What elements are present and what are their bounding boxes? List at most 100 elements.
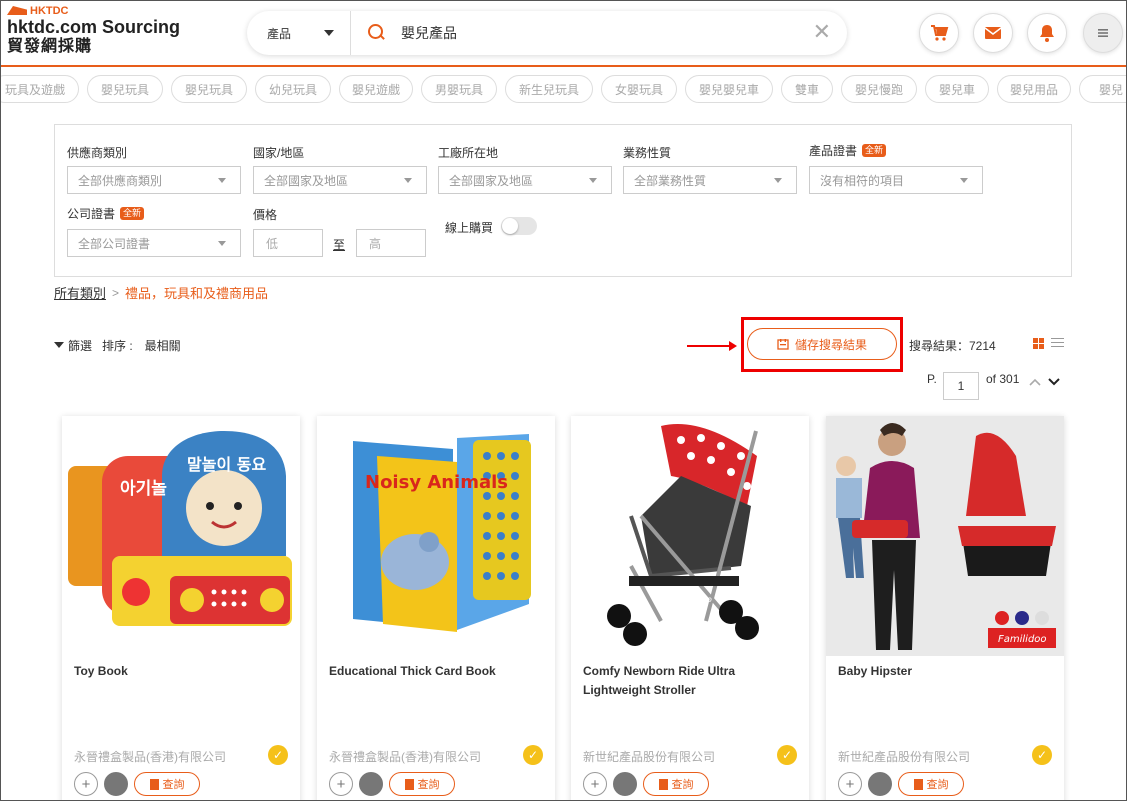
cart-icon <box>931 25 949 41</box>
supplier-name[interactable]: 永晉禮盒製品(香港)有限公司 <box>329 748 481 765</box>
sort-control[interactable]: 排序 : 最相關 <box>102 337 181 354</box>
product-card[interactable]: Noisy Animals Educational Thick Card Boo… <box>317 416 555 800</box>
card-actions: + 查詢 <box>329 772 455 796</box>
keyword-chip[interactable]: 幼兒玩具 <box>255 75 331 103</box>
keyword-chip[interactable]: 男嬰玩具 <box>421 75 497 103</box>
menu-button[interactable] <box>1083 13 1123 53</box>
factory-location-label: 工廠所在地 <box>438 146 499 160</box>
document-icon <box>658 778 668 790</box>
keyword-chip[interactable]: 新生兒玩具 <box>505 75 593 103</box>
price-min-input[interactable]: 低 <box>253 229 323 257</box>
chevron-down-icon[interactable] <box>1048 377 1060 387</box>
chevron-down-icon <box>589 178 597 183</box>
keyword-chip[interactable]: 嬰兒玩具 <box>171 75 247 103</box>
annotation-arrow <box>687 341 737 351</box>
keyword-chip[interactable]: 嬰兒慢跑 <box>841 75 917 103</box>
chevron-down-icon <box>774 178 782 183</box>
messages-button[interactable] <box>973 13 1013 53</box>
product-image-baby-hipster[interactable]: Familidoo <box>826 416 1064 656</box>
search-bar: 產品 ✕ <box>247 11 847 55</box>
breadcrumb-current[interactable]: 禮品，玩具和及禮商用品 <box>125 283 268 302</box>
enquire-button[interactable]: 查詢 <box>134 772 200 796</box>
product-card[interactable]: Familidoo Baby Hipster 新世紀產品股份有限公司 ✓ + 查… <box>826 416 1064 800</box>
notifications-button[interactable] <box>1027 13 1067 53</box>
product-image-card-book[interactable]: Noisy Animals <box>317 416 555 656</box>
chevron-down-icon <box>960 178 968 183</box>
enquire-button[interactable]: 查詢 <box>643 772 709 796</box>
clear-search-icon[interactable]: ✕ <box>813 21 831 43</box>
chat-button[interactable] <box>104 772 128 796</box>
filter-toggle[interactable]: 篩選 <box>54 337 92 354</box>
add-to-compare-button[interactable]: + <box>583 772 607 796</box>
hktdc-mark: HKTDC <box>7 4 197 17</box>
breadcrumb-all-categories[interactable]: 所有類別 <box>54 283 106 302</box>
keyword-chip[interactable]: 嬰兒嬰兒車 <box>685 75 773 103</box>
filter-toggle-label: 篩選 <box>68 339 93 353</box>
chat-button[interactable] <box>359 772 383 796</box>
keyword-chip[interactable]: 嬰兒車 <box>925 75 989 103</box>
logo-title: hktdc.com Sourcing <box>7 17 181 37</box>
keyword-chip[interactable]: 女嬰玩具 <box>601 75 677 103</box>
supplier-type-select[interactable]: 全部供應商類別 <box>67 166 241 194</box>
supplier-name[interactable]: 永晉禮盒製品(香港)有限公司 <box>74 748 226 765</box>
add-to-compare-button[interactable]: + <box>329 772 353 796</box>
supplier-name[interactable]: 新世紀產品股份有限公司 <box>838 748 970 765</box>
country-select[interactable]: 全部國家及地區 <box>253 166 427 194</box>
verified-badge-icon: ✓ <box>777 745 797 765</box>
product-cert-select[interactable]: 沒有相符的項目 <box>809 166 983 194</box>
enquire-button[interactable]: 查詢 <box>389 772 455 796</box>
chat-button[interactable] <box>613 772 637 796</box>
mail-icon <box>984 27 1002 39</box>
card-actions: + 查詢 <box>74 772 200 796</box>
product-card[interactable]: Familidoo Comfy Newborn Ride Ultra Light… <box>571 416 809 800</box>
product-title[interactable]: Baby Hipster <box>838 662 1052 681</box>
company-cert-select[interactable]: 全部公司證書 <box>67 229 241 257</box>
search-category-select[interactable]: 產品 <box>247 11 351 55</box>
grid-view-icon-item <box>1033 344 1038 349</box>
add-to-compare-button[interactable]: + <box>74 772 98 796</box>
hipster-brand-text: Familidoo <box>998 634 1047 645</box>
product-image-stroller[interactable]: Familidoo <box>571 416 809 656</box>
keyword-chip[interactable]: 雙車 <box>781 75 833 103</box>
price-max-input[interactable]: 高 <box>356 229 426 257</box>
bell-icon <box>1040 25 1054 42</box>
business-type-label: 業務性質 <box>623 146 672 160</box>
search-icon[interactable] <box>367 23 387 43</box>
keyword-chip[interactable]: 嬰兒用品 <box>997 75 1071 103</box>
keyword-chip[interactable]: 嬰兒玩具 <box>87 75 163 103</box>
save-search-button[interactable]: 儲存搜尋結果 <box>747 328 897 360</box>
hktdc-logo[interactable]: HKTDC hktdc.com Sourcing 貿發網採購 <box>7 4 197 60</box>
online-purchase-toggle[interactable] <box>501 217 537 235</box>
add-to-compare-button[interactable]: + <box>838 772 862 796</box>
product-title[interactable]: Comfy Newborn Ride Ultra Lightweight Str… <box>583 662 797 700</box>
supplier-name[interactable]: 新世紀產品股份有限公司 <box>583 748 715 765</box>
page-number-input[interactable]: 1 <box>943 372 979 400</box>
product-cert-value: 沒有相符的項目 <box>820 173 905 188</box>
product-image-toy-book[interactable]: 아기놀 말놀이 동요 <box>62 416 300 656</box>
chat-button[interactable] <box>868 772 892 796</box>
chevron-down-icon <box>218 241 226 246</box>
country-value: 全部國家及地區 <box>264 173 349 188</box>
list-view-icon[interactable] <box>1051 338 1064 349</box>
business-type-select[interactable]: 全部業務性質 <box>623 166 797 194</box>
grid-view-icon[interactable] <box>1033 338 1044 349</box>
keyword-chip[interactable]: 嬰兒 <box>1079 75 1126 103</box>
supplier-type-value: 全部供應商類別 <box>78 173 163 188</box>
product-card[interactable]: 아기놀 말놀이 동요 Toy Book 永晉禮盒製品(香港)有限公司 ✓ + 查… <box>62 416 300 800</box>
product-title[interactable]: Toy Book <box>74 662 288 681</box>
enquire-button[interactable]: 查詢 <box>898 772 964 796</box>
chevron-down-icon <box>218 178 226 183</box>
save-icon <box>777 339 789 350</box>
factory-location-select[interactable]: 全部國家及地區 <box>438 166 612 194</box>
business-type-value: 全部業務性質 <box>634 173 707 188</box>
new-badge: 全新 <box>862 144 887 157</box>
product-cert-label: 產品證書 全新 <box>809 142 887 159</box>
search-input[interactable] <box>401 25 781 41</box>
verified-badge-icon: ✓ <box>268 745 288 765</box>
product-title[interactable]: Educational Thick Card Book <box>329 662 543 681</box>
chevron-up-icon[interactable] <box>1029 377 1041 387</box>
page-prefix: P. <box>927 372 937 386</box>
cart-button[interactable] <box>919 13 959 53</box>
keyword-chip[interactable]: 玩具及遊戲 <box>1 75 79 103</box>
keyword-chip[interactable]: 嬰兒遊戲 <box>339 75 413 103</box>
